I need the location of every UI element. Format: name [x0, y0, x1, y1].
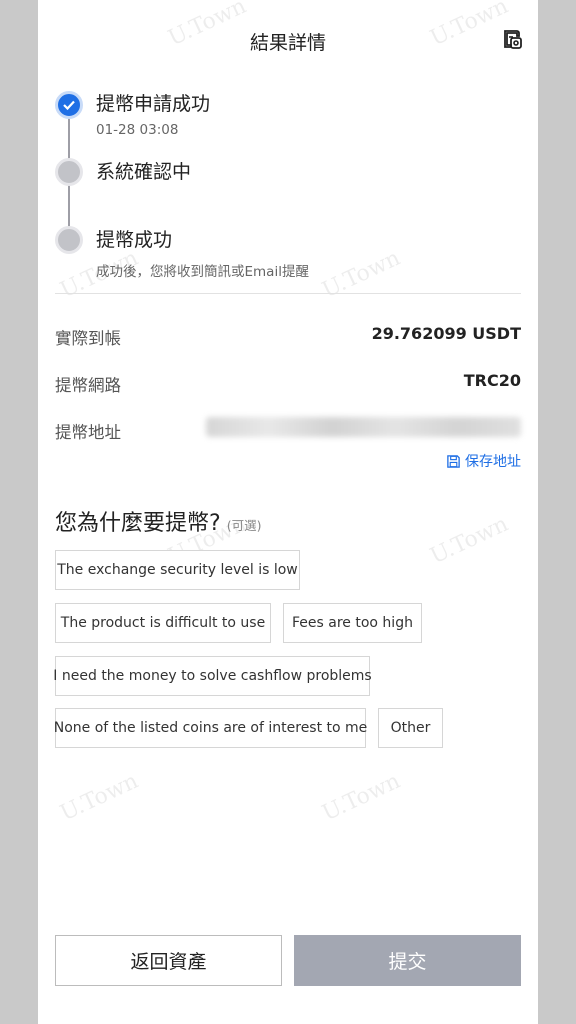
withdrawal-progress: 提幣申請成功 01-28 03:08 系統確認中 提幣成功 成功後，您將收到簡訊… [38, 80, 538, 290]
network-label: 提幣網路 [55, 376, 121, 395]
step-pending-icon [55, 226, 83, 254]
step-note: 成功後，您將收到簡訊或Email提醒 [96, 264, 309, 280]
check-icon [63, 100, 75, 111]
amount-value: 29.762099 USDT [371, 324, 521, 343]
reason-option[interactable]: The product is difficult to use [55, 603, 271, 643]
header-bar: 結果詳情 [38, 0, 538, 80]
reason-option[interactable]: The exchange security level is low [55, 550, 300, 590]
watermark: U.Town [318, 768, 405, 827]
reason-option[interactable]: Other [378, 708, 443, 748]
receipt-icon[interactable] [500, 28, 524, 52]
save-address-label: 保存地址 [465, 454, 521, 470]
save-icon [447, 454, 460, 468]
divider [55, 293, 521, 294]
step-title: 提幣成功 [96, 229, 173, 251]
step-time: 01-28 03:08 [96, 122, 179, 138]
network-value: TRC20 [463, 371, 521, 390]
back-to-assets-button[interactable]: 返回資產 [55, 935, 282, 986]
address-label: 提幣地址 [55, 423, 121, 442]
watermark: U.Town [426, 511, 513, 570]
reason-option[interactable]: I need the money to solve cashflow probl… [53, 656, 372, 696]
reason-option[interactable]: Fees are too high [283, 603, 422, 643]
step-done-icon [55, 91, 83, 119]
address-value-blurred [206, 417, 521, 437]
reason-option[interactable]: None of the listed coins are of interest… [54, 708, 367, 748]
step-title: 系統確認中 [96, 161, 192, 183]
submit-button[interactable]: 提交 [294, 935, 521, 986]
survey-question-text: 您為什麼要提幣? [55, 511, 221, 536]
amount-label: 實際到帳 [55, 329, 121, 348]
watermark: U.Town [56, 768, 143, 827]
survey-question: 您為什麼要提幣? (可選) [55, 505, 261, 537]
step-pending-icon [55, 158, 83, 186]
step-title: 提幣申請成功 [96, 93, 211, 115]
page-title: 結果詳情 [249, 32, 326, 54]
save-address-button[interactable]: 保存地址 [446, 451, 521, 471]
optional-tag: (可選) [226, 518, 262, 533]
app-screen: U.Town U.Town U.Town U.Town U.Town U.Tow… [38, 0, 538, 1024]
